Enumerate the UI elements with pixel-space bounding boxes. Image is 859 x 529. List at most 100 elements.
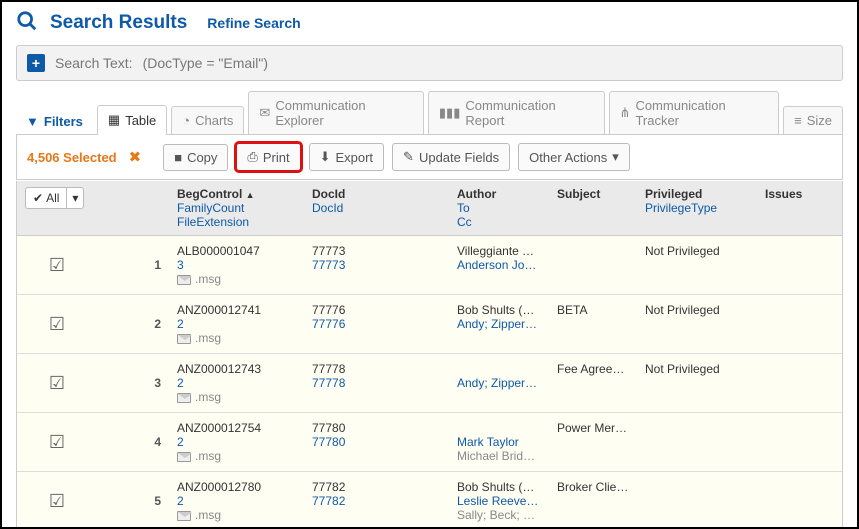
tab-size[interactable]: ≡ Size	[783, 106, 843, 135]
envelope-icon	[177, 275, 191, 285]
col-author[interactable]: Author	[457, 187, 496, 201]
tab-charts[interactable]: ◔ Charts	[171, 106, 244, 135]
copy-button[interactable]: ■ Copy	[163, 144, 228, 171]
tab-comm-explorer[interactable]: ✉ Communication Explorer	[248, 91, 423, 135]
envelope-icon	[177, 334, 191, 344]
export-button[interactable]: ⬇ Export	[309, 143, 384, 171]
author-value	[457, 421, 541, 435]
tab-table[interactable]: ▦ Table	[97, 105, 167, 135]
col-familycount[interactable]: FamilyCount	[177, 201, 296, 215]
row-number: 1	[97, 236, 169, 294]
col-to[interactable]: To	[457, 201, 541, 215]
share-icon: ⋔	[620, 105, 631, 121]
tab-comm-tracker[interactable]: ⋔ Communication Tracker	[609, 91, 780, 135]
col-privileged[interactable]: Privileged	[645, 187, 702, 201]
docid-value: 77778	[312, 362, 345, 376]
table-row[interactable]: ☑ 3 ANZ000012743 2 .msg 77778 77778 Andy…	[17, 354, 842, 413]
download-icon: ⬇	[320, 149, 331, 165]
check-icon: ✔	[33, 191, 43, 205]
col-cc[interactable]: Cc	[457, 215, 541, 229]
folder-icon: ■	[174, 150, 182, 165]
privileged-value: Not Privileged	[645, 303, 720, 317]
select-all-dropdown[interactable]: ▾	[67, 187, 84, 209]
fileext-value: .msg	[195, 449, 221, 463]
search-text-label: Search Text:	[55, 55, 133, 71]
to-value[interactable]: Leslie Reeve…	[457, 494, 541, 508]
search-icon	[16, 10, 38, 35]
row-checkbox[interactable]: ☑	[49, 373, 65, 394]
clear-selection-button[interactable]: ✖	[129, 148, 142, 166]
refine-search-link[interactable]: Refine Search	[207, 15, 300, 31]
docid-link[interactable]: 77776	[312, 317, 345, 331]
tab-table-label: Table	[125, 113, 156, 128]
row-checkbox[interactable]: ☑	[49, 255, 65, 276]
to-value[interactable]: Andy; Zipper…	[457, 317, 541, 331]
other-actions-button[interactable]: Other Actions▾	[518, 143, 630, 171]
row-number: 5	[97, 472, 169, 529]
subject-value: BETA	[557, 303, 629, 317]
envelope-icon	[177, 511, 191, 521]
fileext-value: .msg	[195, 272, 221, 286]
search-text-bar: + Search Text: (DocType = "Email")	[16, 45, 843, 81]
begcontrol-value: ANZ000012741	[177, 303, 261, 317]
docid-value: 77773	[312, 244, 345, 258]
docid-link[interactable]: 77778	[312, 376, 345, 390]
cc-value: Michael Bridg…	[457, 449, 541, 463]
familycount-value[interactable]: 2	[177, 494, 184, 508]
select-all-button[interactable]: ✔All	[25, 187, 67, 209]
tab-charts-label: Charts	[195, 113, 233, 128]
row-number: 4	[97, 413, 169, 471]
privileged-value: Not Privileged	[645, 244, 720, 258]
table-icon: ▦	[108, 112, 120, 128]
row-checkbox[interactable]: ☑	[49, 491, 65, 512]
begcontrol-value: ANZ000012754	[177, 421, 261, 435]
col-privilegetype[interactable]: PrivilegeType	[645, 201, 749, 215]
col-docid2[interactable]: DocId	[312, 201, 441, 215]
familycount-value[interactable]: 3	[177, 258, 184, 272]
docid-value: 77780	[312, 421, 345, 435]
export-button-label: Export	[335, 150, 373, 165]
tab-comm-report[interactable]: ▮▮▮ Communication Report	[428, 91, 605, 135]
bar-chart-icon: ▮▮▮	[439, 105, 460, 121]
docid-link[interactable]: 77782	[312, 494, 345, 508]
fileext-value: .msg	[195, 508, 221, 522]
docid-link[interactable]: 77773	[312, 258, 345, 272]
row-checkbox[interactable]: ☑	[49, 432, 65, 453]
table-row[interactable]: ☑ 4 ANZ000012754 2 .msg 77780 77780 Mark…	[17, 413, 842, 472]
begcontrol-value: ANZ000012743	[177, 362, 261, 376]
table-row[interactable]: ☑ 5 ANZ000012780 2 .msg 77782 77782 Bob …	[17, 472, 842, 529]
tab-comm-tracker-label: Communication Tracker	[635, 98, 768, 128]
col-begcontrol[interactable]: BegControl ▲	[177, 187, 255, 201]
page-title: Search Results	[50, 12, 187, 34]
table-row[interactable]: ☑ 1 ALB000001047 3 .msg 77773 77773 Vill…	[17, 236, 842, 295]
cc-value: Sally; Beck; …	[457, 508, 541, 522]
col-docid[interactable]: DocId	[312, 187, 345, 201]
row-checkbox[interactable]: ☑	[49, 314, 65, 335]
selected-count: 4,506 Selected	[27, 150, 117, 165]
search-text-query: (DocType = "Email")	[143, 55, 268, 71]
add-criteria-button[interactable]: +	[27, 54, 45, 72]
col-issues[interactable]: Issues	[765, 187, 802, 201]
to-value[interactable]: Andy; Zipper…	[457, 376, 541, 390]
author-value: Bob Shults (B…	[457, 480, 541, 494]
docid-link[interactable]: 77780	[312, 435, 345, 449]
row-number: 2	[97, 295, 169, 353]
envelope-icon	[177, 393, 191, 403]
print-button[interactable]: ⎙Print	[236, 143, 300, 171]
to-value[interactable]: Anderson Jo…	[457, 258, 541, 272]
filters-tab-label: Filters	[44, 114, 83, 129]
update-fields-button[interactable]: ✎Update Fields	[392, 143, 510, 171]
familycount-value[interactable]: 2	[177, 376, 184, 390]
copy-button-label: Copy	[187, 150, 217, 165]
update-fields-label: Update Fields	[419, 150, 499, 165]
familycount-value[interactable]: 2	[177, 435, 184, 449]
docid-value: 77776	[312, 303, 345, 317]
row-number: 3	[97, 354, 169, 412]
col-fileextension[interactable]: FileExtension	[177, 215, 296, 229]
filters-tab[interactable]: ▼ Filters	[16, 108, 93, 135]
to-value[interactable]: Mark Taylor	[457, 435, 541, 449]
col-subject[interactable]: Subject	[557, 187, 600, 201]
familycount-value[interactable]: 2	[177, 317, 184, 331]
table-row[interactable]: ☑ 2 ANZ000012741 2 .msg 77776 77776 Bob …	[17, 295, 842, 354]
fileext-value: .msg	[195, 331, 221, 345]
